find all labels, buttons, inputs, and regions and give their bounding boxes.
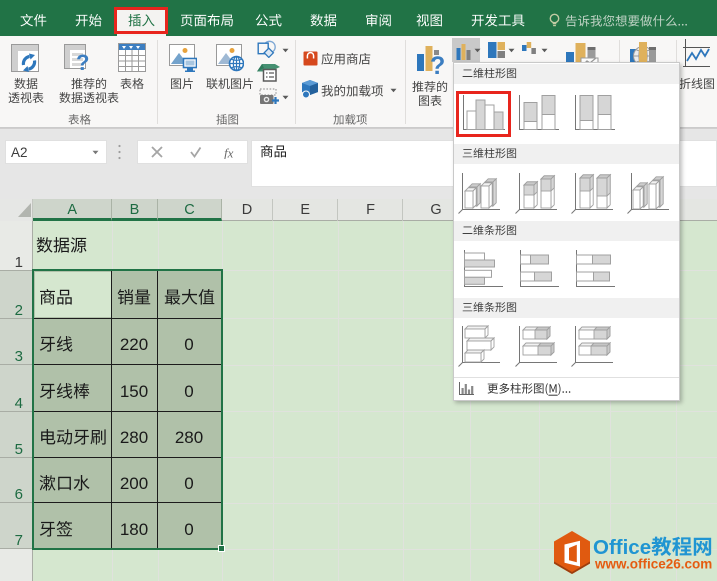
svg-text:www.office26.com: www.office26.com — [594, 557, 712, 572]
svg-text:?: ? — [430, 52, 445, 75]
svg-text:?: ? — [76, 50, 89, 72]
svg-text:fx: fx — [224, 146, 234, 159]
